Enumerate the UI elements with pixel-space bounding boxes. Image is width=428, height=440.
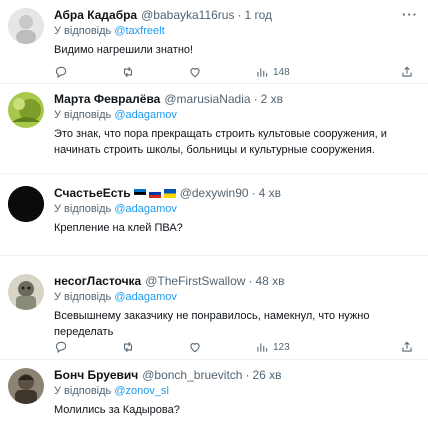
display-name[interactable]: СчастьеЕсть [54,184,131,202]
tweet-text: Всевышнему заказчику не понравилось, нам… [54,310,370,338]
user-handle[interactable]: @marusiaNadia [164,90,250,108]
retweet-icon [123,66,133,78]
display-name[interactable]: Бонч Бруевич [54,366,138,384]
user-handle[interactable]: @dexywin90 [180,184,249,202]
tweet[interactable]: Бонч Бруевич @bonch_bruevitch · 26 хв У … [0,360,428,440]
tweet-header: Марта Февралёва @marusiaNadia · 2 хв [54,90,420,108]
avatar-image [8,92,44,128]
user-handle[interactable]: @TheFirstSwallow [145,272,245,290]
reply-context: У відповідь @zonov_sl [54,384,420,399]
tweet-text: Видимо нагрешили знатно! [54,44,194,56]
views-count: 148 [273,66,290,78]
like-icon [190,68,200,78]
reply-prefix: У відповідь [54,25,112,37]
avatar[interactable] [8,368,44,404]
retweet-button[interactable] [121,340,188,354]
timestamp[interactable]: 2 хв [261,90,283,108]
reply-mention-link[interactable]: @adagamov [114,109,177,121]
views-count: 123 [273,341,290,353]
tweet-header: Бонч Бруевич @bonch_bruevitch · 26 хв [54,366,420,384]
tweet-header: СчастьеЕсть @dexywin90 · 4 хв [54,184,420,202]
separator: · [245,368,250,382]
reply-button[interactable] [54,65,121,79]
timestamp[interactable]: 1 год [244,6,272,24]
separator: · [251,186,256,200]
display-name[interactable]: Абра Кадабра [54,6,137,24]
timestamp[interactable]: 26 хв [252,366,281,384]
views-icon [257,343,268,352]
views-icon [257,68,268,77]
share-icon [402,341,412,352]
ukraine-flag-icon [163,188,176,198]
reply-icon [55,341,67,353]
reply-prefix: У відповідь [54,291,112,303]
reply-context: У відповідь @adagamov [54,290,420,305]
avatar-image [8,368,44,404]
tweet[interactable]: СчастьеЕсть @dexywin90 · 4 хв У відповід… [0,174,428,256]
share-icon [402,66,412,77]
reply-prefix: У відповідь [54,385,112,397]
tweet-header: Абра Кадабра @babayka116rus · 1 год ··· [54,6,420,24]
user-handle[interactable]: @bonch_bruevitch [142,366,242,384]
separator: · [253,92,258,106]
estonia-flag-icon [133,188,146,198]
reply-prefix: У відповідь [54,203,112,215]
tweet-text: Крепление на клей ПВА? [54,222,183,234]
avatar-image [8,186,44,222]
reply-prefix: У відповідь [54,109,112,121]
user-handle[interactable]: @babayka116rus [141,6,234,24]
tweet[interactable]: несогЛасточка @TheFirstSwallow · 48 хв У… [0,264,428,360]
tweet-actions: 148 [54,63,420,81]
russia-flag-icon [148,188,161,198]
reply-mention-link[interactable]: @zonov_sl [114,385,169,397]
tweet[interactable]: Марта Февралёва @marusiaNadia · 2 хв У в… [0,84,428,174]
tweet-actions: 123 [54,338,420,356]
tweet-text: Это знак, что пора прекращать строить ку… [54,128,387,156]
display-name[interactable]: несогЛасточка [54,272,141,290]
retweet-button[interactable] [121,65,188,79]
tweet-header: несогЛасточка @TheFirstSwallow · 48 хв [54,272,420,290]
reply-mention-link[interactable]: @adagamov [114,203,177,215]
tweet[interactable]: Абра Кадабра @babayka116rus · 1 год ··· … [0,0,428,84]
avatar[interactable] [8,92,44,128]
reply-icon [55,66,67,78]
share-button[interactable] [400,340,414,354]
like-icon [190,343,200,353]
retweet-icon [123,341,133,353]
reply-button[interactable] [54,340,121,354]
reply-mention-link[interactable]: @adagamov [114,291,177,303]
reply-context: У відповідь @adagamov [54,108,420,123]
views-button[interactable]: 123 [255,340,345,354]
timestamp[interactable]: 48 хв [255,272,284,290]
avatar[interactable] [8,8,44,44]
share-button[interactable] [400,65,414,79]
reply-context: У відповідь @taxfreelt [54,24,420,39]
like-button[interactable] [188,65,255,79]
views-button[interactable]: 148 [255,65,345,79]
avatar-image [8,274,44,310]
tweet-text: Молились за Кадырова? [54,404,180,416]
avatar[interactable] [8,274,44,310]
reply-context: У відповідь @adagamov [54,202,420,217]
reply-mention-link[interactable]: @taxfreelt [114,25,164,37]
separator: · [237,8,242,22]
separator: · [248,274,253,288]
display-name[interactable]: Марта Февралёва [54,90,160,108]
more-options-button[interactable]: ··· [402,6,418,24]
timestamp[interactable]: 4 хв [259,184,281,202]
avatar[interactable] [8,186,44,222]
avatar-image [8,8,44,44]
like-button[interactable] [188,340,255,354]
